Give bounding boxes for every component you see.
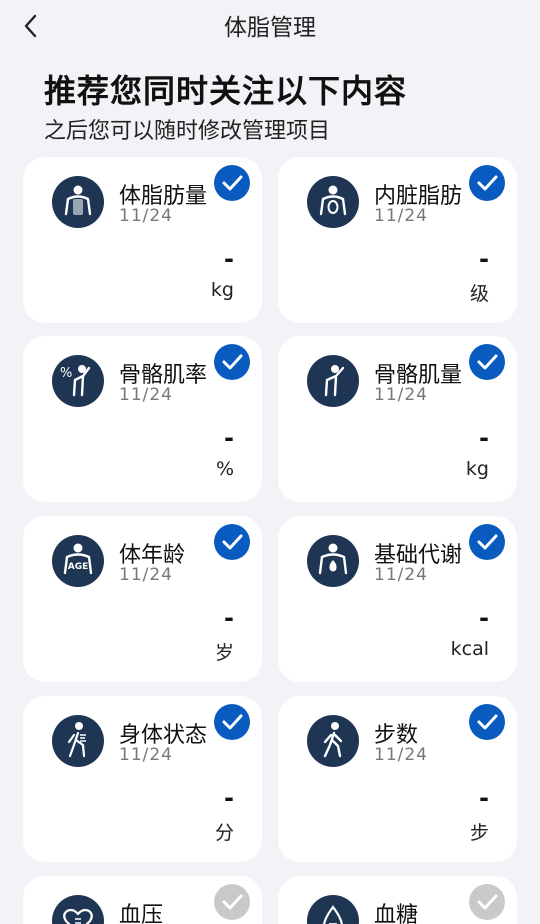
page-title: 体脂管理 — [224, 15, 316, 41]
card-steps[interactable]: 步数 11/24 - 步 — [278, 696, 517, 862]
card-name: 血压 — [119, 903, 164, 924]
card-unit: kg — [210, 279, 234, 301]
card-blood-pressure[interactable]: 血压 — [23, 876, 262, 924]
basal-metabolism-icon — [307, 535, 359, 587]
card-name: 血糖 — [374, 903, 419, 924]
checked-icon[interactable] — [469, 704, 505, 740]
top-bar: 体脂管理 — [0, 0, 540, 52]
card-date: 11/24 — [119, 745, 173, 765]
card-unit: 级 — [469, 283, 489, 305]
card-basal-metabolism[interactable]: 基础代谢 11/24 - kcal — [278, 516, 517, 682]
card-value: - — [224, 784, 234, 812]
visceral-fat-icon — [307, 176, 359, 228]
card-value: - — [479, 245, 489, 273]
card-date: 11/24 — [374, 745, 428, 765]
checked-icon[interactable] — [469, 524, 505, 560]
body-fat-mass-icon — [52, 176, 104, 228]
muscle-mass-icon — [307, 355, 359, 407]
checked-icon[interactable] — [214, 165, 250, 201]
checked-icon[interactable] — [469, 344, 505, 380]
card-unit: 岁 — [214, 642, 234, 664]
checked-icon[interactable] — [469, 165, 505, 201]
card-visceral-fat[interactable]: 内脏脂肪 11/24 - 级 — [278, 157, 517, 323]
unchecked-icon[interactable] — [214, 884, 250, 920]
card-value: - — [224, 604, 234, 632]
card-unit: % — [215, 458, 234, 480]
card-unit: kg — [465, 458, 489, 480]
card-value: - — [224, 245, 234, 273]
card-body-age[interactable]: AGE 体年龄 11/24 - 岁 — [23, 516, 262, 682]
unchecked-icon[interactable] — [469, 884, 505, 920]
card-date: 11/24 — [374, 385, 428, 405]
card-date: 11/24 — [374, 565, 428, 585]
card-unit: kcal — [450, 638, 489, 660]
recommend-subline: 之后您可以随时修改管理项目 — [44, 119, 331, 144]
card-blood-sugar[interactable]: 血糖 — [278, 876, 517, 924]
svg-text:AGE: AGE — [68, 562, 89, 572]
card-unit: 分 — [214, 822, 234, 844]
blood-pressure-icon — [52, 895, 104, 924]
recommend-headline: 推荐您同时关注以下内容 — [44, 72, 408, 110]
checked-icon[interactable] — [214, 524, 250, 560]
card-value: - — [224, 424, 234, 452]
card-date: 11/24 — [119, 385, 173, 405]
card-unit: 步 — [469, 822, 489, 844]
steps-icon — [307, 715, 359, 767]
svg-text:%: % — [60, 366, 72, 381]
card-date: 11/24 — [119, 206, 173, 226]
body-age-icon: AGE — [52, 535, 104, 587]
card-value: - — [479, 604, 489, 632]
checked-icon[interactable] — [214, 704, 250, 740]
card-body-fat-mass[interactable]: 体脂肪量 11/24 - kg — [23, 157, 262, 323]
card-date: 11/24 — [374, 206, 428, 226]
card-value: - — [479, 784, 489, 812]
card-value: - — [479, 424, 489, 452]
blood-sugar-icon — [307, 895, 359, 924]
card-body-status[interactable]: 身体状态 11/24 - 分 — [23, 696, 262, 862]
checked-icon[interactable] — [214, 344, 250, 380]
card-muscle-rate[interactable]: % 骨骼肌率 11/24 - % — [23, 336, 262, 502]
body-status-icon — [52, 715, 104, 767]
card-muscle-mass[interactable]: 骨骼肌量 11/24 - kg — [278, 336, 517, 502]
muscle-rate-icon: % — [52, 355, 104, 407]
card-date: 11/24 — [119, 565, 173, 585]
